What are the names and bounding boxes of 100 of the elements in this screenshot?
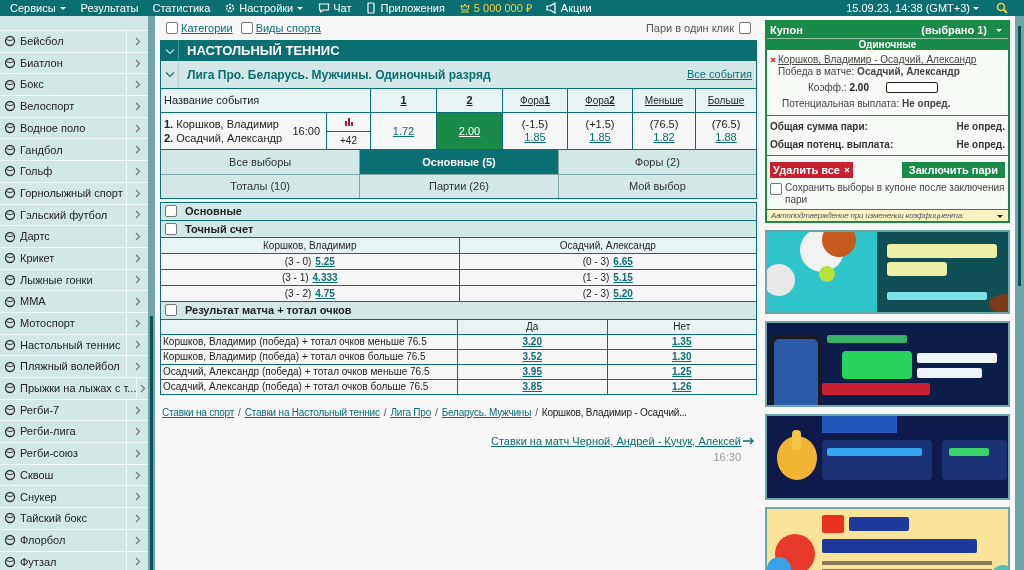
close-icon[interactable] (770, 57, 776, 63)
odds-cell[interactable]: (+1.5) 1.85 (567, 113, 632, 149)
auto-confirm-dropdown[interactable]: Автоподтверждение при изменении коэффициента: (767, 209, 1008, 221)
column-header[interactable]: Больше (707, 93, 745, 108)
checkbox[interactable] (770, 183, 782, 195)
menu-link[interactable]: Чат (318, 0, 352, 17)
menu-link[interactable]: Статистика (152, 0, 211, 17)
odds-value[interactable]: 5.15 (613, 270, 633, 285)
odds-value[interactable]: 6.65 (613, 254, 633, 269)
bar-chart-icon[interactable] (343, 117, 354, 127)
breadcrumb-link[interactable]: Ставки на спорт (162, 404, 235, 420)
odds-value[interactable]: 1.30 (672, 349, 692, 364)
ball-icon (4, 57, 16, 70)
sport-item[interactable]: Гэльский футбол (0, 204, 148, 227)
scrollbar-thumb[interactable] (1018, 26, 1021, 286)
sport-item[interactable]: Бокс (0, 74, 148, 97)
match-link[interactable]: Коршков, Владимир - Осадчий, Александр (778, 54, 977, 65)
odds-value[interactable]: 2.00 (458, 124, 481, 138)
sport-item[interactable]: Велоспорт (0, 96, 148, 118)
player-name[interactable]: 2. Осадчий, Александр (164, 131, 293, 145)
odds-value[interactable]: 1.26 (672, 379, 692, 394)
odds-value[interactable]: 3.95 (522, 364, 542, 379)
odds-value[interactable]: 4.75 (315, 286, 335, 301)
market-tab[interactable]: Партии (26) (359, 174, 558, 198)
all-events-link[interactable]: Все события (686, 66, 752, 83)
menu-link[interactable]: Сервисы (10, 0, 67, 17)
filter-link[interactable]: Категории (181, 19, 233, 37)
checkbox[interactable] (240, 22, 253, 34)
checkbox[interactable] (166, 22, 178, 34)
odds-value[interactable]: 1.88 (715, 131, 737, 144)
checkbox[interactable] (165, 222, 177, 235)
sport-item[interactable]: Флорбол (0, 529, 148, 552)
stake-input[interactable] (886, 82, 938, 93)
odds-value[interactable]: 1.85 (589, 131, 611, 144)
sport-item[interactable]: Бейсбол (0, 31, 148, 53)
sport-item[interactable]: MMA (0, 291, 148, 313)
sport-item[interactable]: Лыжные гонки (0, 269, 148, 292)
odds-value[interactable]: 5.25 (315, 254, 335, 269)
odds-value[interactable]: 1.85 (524, 131, 546, 144)
breadcrumb-link[interactable]: Ставки на Настольный теннис (244, 404, 380, 420)
bet-type-header[interactable]: Одиночные (767, 38, 1008, 50)
odds-cell[interactable]: (76.5) 1.88 (695, 113, 756, 149)
menu-link[interactable]: Приложения (365, 0, 445, 17)
date-time[interactable]: 15.09.23, 14:38 (GMT+3) (846, 0, 980, 17)
sport-item[interactable]: Гандбол (0, 139, 148, 162)
filter-link[interactable]: Виды спорта (255, 19, 321, 37)
checkbox[interactable] (165, 205, 177, 218)
search-icon[interactable] (996, 2, 1008, 14)
sport-item[interactable]: Прыжки на лыжах с т... (0, 378, 148, 400)
odds-cell[interactable]: (76.5) 1.82 (632, 113, 695, 149)
column-header[interactable]: 1 (400, 92, 407, 109)
column-header[interactable]: Фора2 (585, 93, 615, 108)
checkbox[interactable] (165, 304, 177, 317)
market-tab[interactable]: Мой выбор (557, 174, 756, 198)
sport-item[interactable]: Регби-7 (0, 399, 148, 422)
player-name[interactable]: 1. Коршков, Владимир (164, 117, 293, 131)
column-header[interactable]: 2 (466, 92, 473, 109)
breadcrumb-link[interactable]: Лига Про (390, 404, 432, 420)
column-header[interactable]: Меньше (644, 93, 684, 108)
sport-item[interactable]: Гольф (0, 161, 148, 183)
sport-item[interactable]: Мотоспорт (0, 312, 148, 335)
column-header[interactable]: Фора1 (520, 93, 550, 108)
delete-all-button[interactable]: Удалить все (770, 162, 853, 178)
sport-item[interactable]: Дартс (0, 226, 148, 248)
menu-link[interactable]: Акции (545, 0, 592, 17)
sport-item[interactable]: Пляжный волейбол (0, 356, 148, 378)
caret-icon[interactable] (995, 27, 1003, 33)
more-markets-link[interactable]: +42 (340, 132, 357, 148)
odds-value[interactable]: 4.333 (312, 270, 338, 285)
menu-link[interactable]: 5 000 000 ₽ (458, 0, 532, 17)
sport-item[interactable]: Настольный теннис (0, 334, 148, 357)
sport-item[interactable]: Водное поло (0, 117, 148, 140)
place-bet-button[interactable]: Заключить пари (901, 162, 1005, 178)
scrollbar-thumb[interactable] (150, 316, 153, 570)
sport-item[interactable]: Тайский бокс (0, 508, 148, 530)
sport-header[interactable]: НАСТОЛЬНЫЙ ТЕННИС (161, 41, 756, 61)
sport-item[interactable]: Горнолыжный спорт (0, 182, 148, 205)
sport-item[interactable]: Снукер (0, 486, 148, 509)
odds-value[interactable]: 1.72 (392, 124, 415, 138)
odds-cell[interactable]: (-1.5) 1.85 (502, 113, 567, 149)
odds-value[interactable]: 3.20 (522, 334, 542, 349)
sport-item[interactable]: Регби-союз (0, 443, 148, 465)
odds-value[interactable]: 1.82 (653, 131, 675, 144)
sport-item[interactable]: Сквош (0, 464, 148, 487)
odds-value[interactable]: 1.25 (672, 364, 692, 379)
next-match-link[interactable]: Ставки на матч Черной, Андрей - Кучук, Алексей (491, 432, 741, 449)
odds-value[interactable]: 3.85 (522, 379, 542, 394)
sport-item[interactable]: Крикет (0, 247, 148, 270)
odds-cell[interactable]: 2.00 (436, 113, 502, 149)
odds-value[interactable]: 3.52 (522, 349, 542, 364)
menu-link[interactable]: Результаты (80, 0, 139, 17)
sport-item[interactable]: Биатлон (0, 52, 148, 75)
menu-link[interactable]: Настройки (224, 0, 305, 17)
sport-item[interactable]: Регби-лига (0, 421, 148, 444)
odds-value[interactable]: 1.35 (672, 334, 692, 349)
ball-icon (4, 512, 16, 525)
checkbox[interactable] (739, 22, 751, 34)
breadcrumb-link[interactable]: Беларусь. Мужчины (441, 404, 532, 420)
odds-value[interactable]: 5.20 (613, 286, 633, 301)
market-tab[interactable]: Основные (5) (359, 150, 558, 174)
